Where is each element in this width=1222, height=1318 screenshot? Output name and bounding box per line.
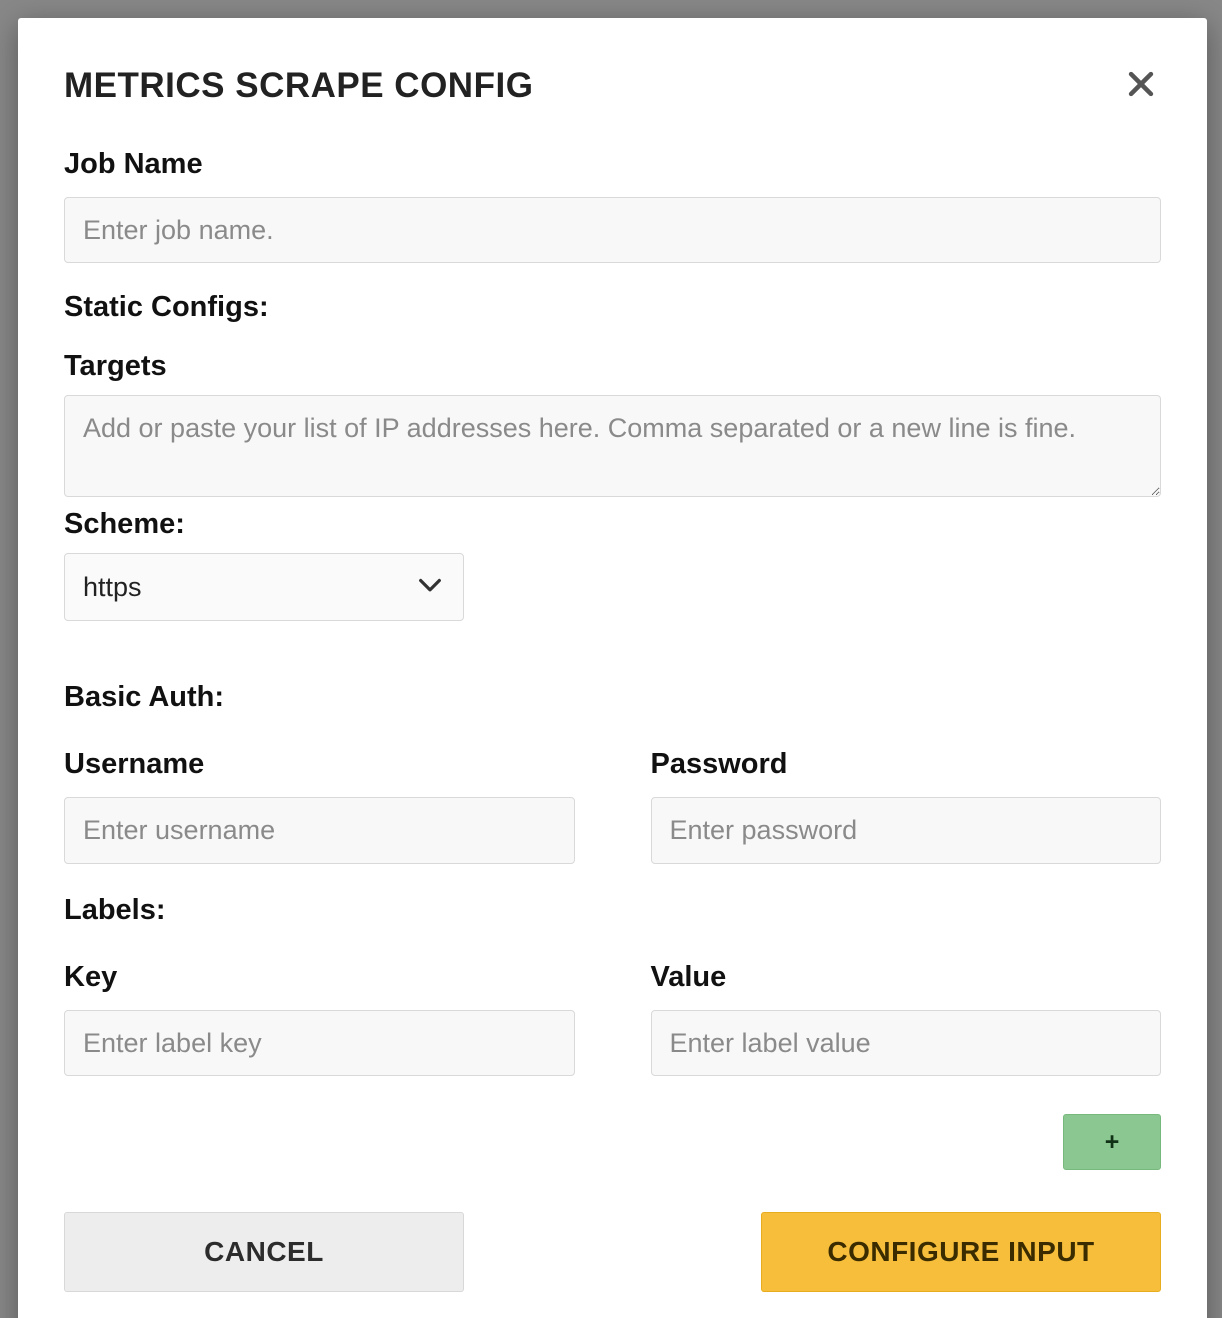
configure-input-button[interactable]: CONFIGURE INPUT	[761, 1212, 1161, 1292]
label-key-input[interactable]	[64, 1010, 575, 1076]
labels-row: Key Value	[64, 943, 1161, 1076]
label-key-label: Key	[64, 961, 575, 994]
scheme-select-wrap: https	[64, 553, 464, 621]
close-button[interactable]	[1121, 66, 1161, 106]
modal-header: METRICS SCRAPE CONFIG	[64, 66, 1161, 106]
add-label-button[interactable]: +	[1063, 1114, 1161, 1170]
plus-icon: +	[1105, 1128, 1120, 1157]
close-icon	[1124, 67, 1158, 106]
cancel-button[interactable]: CANCEL	[64, 1212, 464, 1292]
targets-label: Targets	[64, 350, 1161, 383]
scheme-select-value: https	[83, 569, 142, 605]
metrics-scrape-config-modal: METRICS SCRAPE CONFIG Job Name Static Co…	[18, 18, 1207, 1318]
password-label: Password	[651, 748, 1162, 781]
labels-label: Labels:	[64, 894, 1161, 927]
targets-input[interactable]	[64, 395, 1161, 497]
static-configs-label: Static Configs:	[64, 291, 1161, 324]
username-label: Username	[64, 748, 575, 781]
configure-input-button-label: CONFIGURE INPUT	[827, 1236, 1094, 1268]
label-value-label: Value	[651, 961, 1162, 994]
cancel-button-label: CANCEL	[204, 1236, 324, 1268]
basic-auth-label: Basic Auth:	[64, 681, 1161, 714]
scheme-select[interactable]: https	[64, 553, 464, 621]
add-row: +	[64, 1114, 1161, 1170]
modal-title: METRICS SCRAPE CONFIG	[64, 66, 533, 106]
basic-auth-row: Username Password	[64, 730, 1161, 863]
password-input[interactable]	[651, 797, 1162, 863]
username-input[interactable]	[64, 797, 575, 863]
job-name-label: Job Name	[64, 148, 1161, 181]
modal-backdrop: METRICS SCRAPE CONFIG Job Name Static Co…	[0, 0, 1222, 1318]
modal-footer: CANCEL CONFIGURE INPUT	[64, 1212, 1161, 1292]
job-name-input[interactable]	[64, 197, 1161, 263]
scheme-label: Scheme:	[64, 508, 1161, 541]
label-value-input[interactable]	[651, 1010, 1162, 1076]
